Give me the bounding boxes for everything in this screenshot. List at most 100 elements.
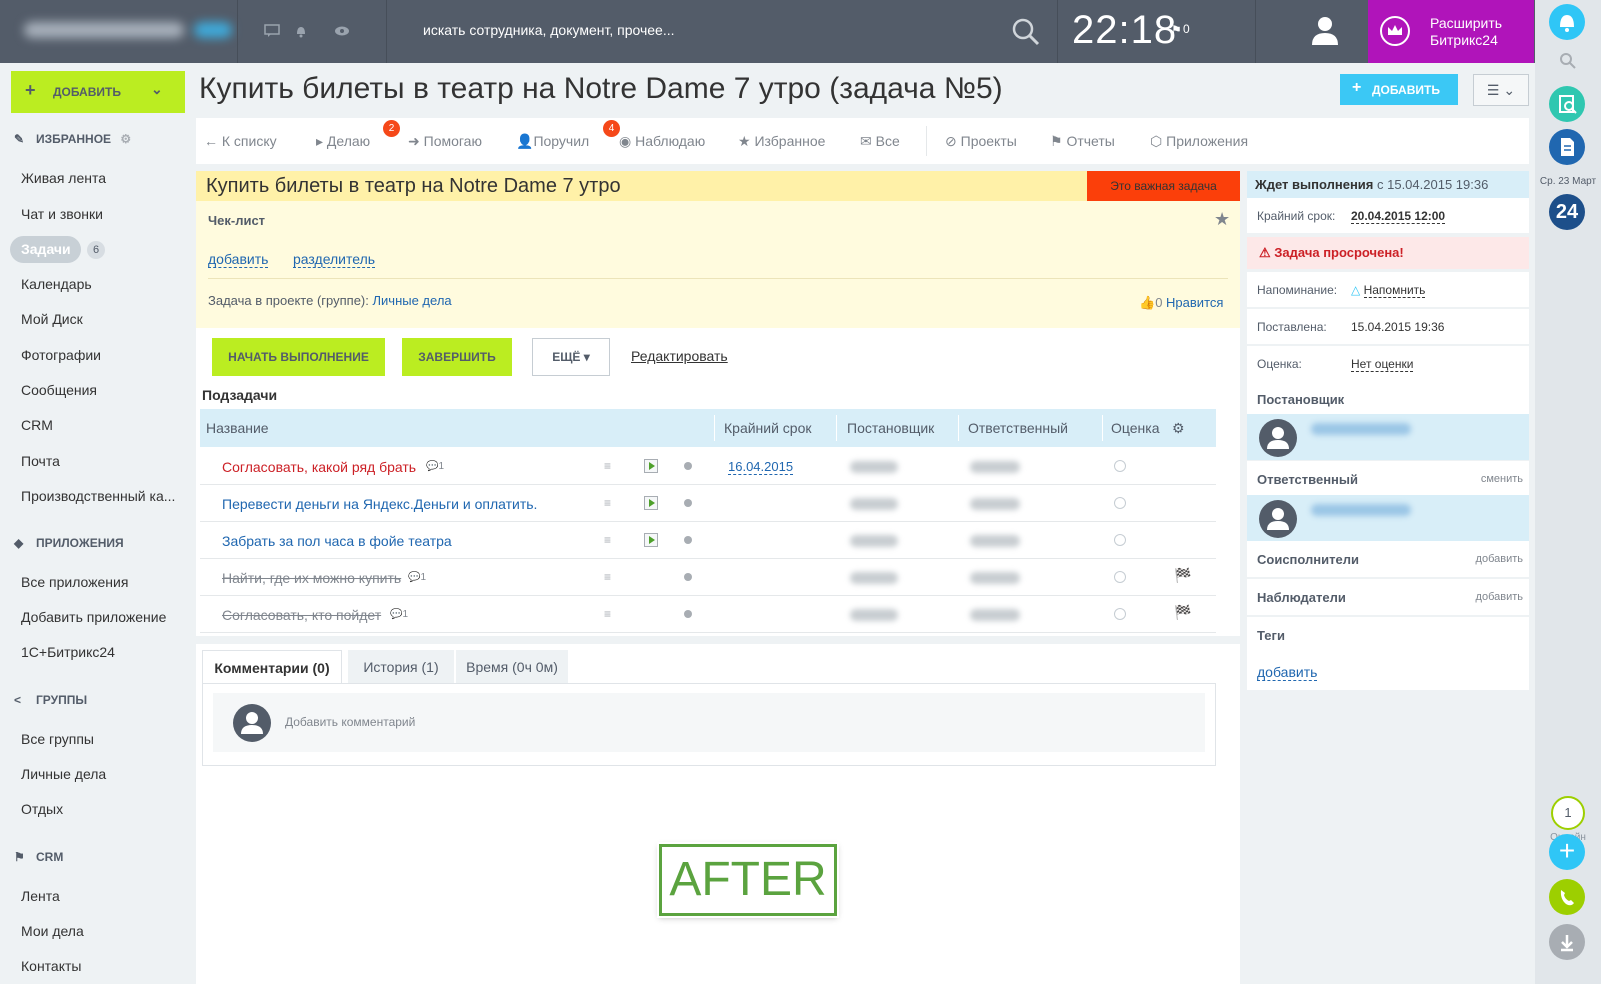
deadline-value[interactable]: 20.04.2015 12:00	[1351, 209, 1446, 224]
sidebar-item-add-app[interactable]: Добавить приложение	[21, 609, 166, 625]
deadline-value[interactable]: 16.04.2015	[728, 459, 794, 475]
sidebar-item-live-feed[interactable]: Живая лента	[21, 170, 106, 186]
tab-history[interactable]: История (1)	[348, 650, 454, 684]
sidebar-item-crm[interactable]: CRM	[21, 417, 53, 433]
play-icon[interactable]	[644, 496, 658, 510]
table-row[interactable]: Согласовать, какой ряд брать 💬1 ≡ 16.04.…	[200, 448, 1216, 485]
subtask-name[interactable]: Найти, где их можно купить	[222, 570, 401, 586]
menu-icon[interactable]: ≡	[604, 607, 611, 621]
portal-logo[interactable]	[14, 10, 239, 50]
tab-time[interactable]: Время (0ч 0м)	[456, 650, 568, 684]
gear-icon[interactable]: ⚙	[120, 132, 131, 146]
gear-icon[interactable]: ⚙	[1172, 420, 1185, 437]
table-row[interactable]: Забрать за пол часа в фойе театра ≡	[200, 522, 1216, 559]
crm-section-title[interactable]: ⚑ CRM	[14, 850, 63, 864]
checklist-separator-link[interactable]: разделитель	[293, 251, 376, 268]
search-document-icon[interactable]	[1549, 86, 1585, 122]
back-to-list-link[interactable]: ← К списку	[204, 133, 277, 149]
comment-input[interactable]: Добавить комментарий	[213, 693, 1205, 752]
subtask-name[interactable]: Согласовать, кто пойдет	[222, 607, 381, 623]
project-link[interactable]: Личные дела	[373, 293, 452, 308]
sidebar-item-all-groups[interactable]: Все группы	[21, 731, 94, 747]
menu-icon[interactable]: ≡	[604, 459, 611, 473]
reminder-link[interactable]: △ Напомнить	[1351, 283, 1426, 298]
clock[interactable]: 22:18	[1072, 8, 1177, 53]
play-icon[interactable]	[644, 459, 658, 473]
checklist-add-link[interactable]: добавить	[208, 251, 269, 268]
cloud-icon[interactable]	[334, 24, 350, 38]
rating-icon[interactable]	[1114, 571, 1126, 583]
sidebar-item-chat[interactable]: Чат и звонки	[21, 206, 103, 222]
tab-all[interactable]: ✉ Все	[860, 133, 900, 150]
search-icon[interactable]	[1011, 17, 1041, 47]
download-icon[interactable]	[1549, 924, 1585, 960]
rating-icon[interactable]	[1114, 534, 1126, 546]
tab-projects[interactable]: ⊘ Проекты	[945, 133, 1017, 150]
sidebar-item-personal[interactable]: Личные дела	[21, 766, 106, 782]
bell-icon[interactable]	[293, 24, 309, 38]
sidebar-item-mail[interactable]: Почта	[21, 453, 60, 469]
search-input[interactable]: искать сотрудника, документ, прочее...	[423, 22, 675, 38]
document-icon[interactable]	[1549, 129, 1585, 165]
edit-link[interactable]: Редактировать	[631, 348, 728, 364]
add-observer-link[interactable]: добавить	[1476, 591, 1523, 603]
sidebar-item-calendar[interactable]: Календарь	[21, 276, 92, 292]
sidebar-item-production[interactable]: Производственный ка...	[21, 488, 175, 504]
rating-icon[interactable]	[1114, 460, 1126, 472]
rating-icon[interactable]	[1114, 497, 1126, 509]
add-task-button[interactable]: + ДОБАВИТЬ	[1340, 74, 1458, 105]
column-creator[interactable]: Постановщик	[847, 420, 934, 436]
table-row[interactable]: Найти, где их можно купить 💬1 ≡ 🏁	[200, 559, 1216, 596]
creator-person[interactable]	[1247, 414, 1529, 460]
apps-section-title[interactable]: ◆ ПРИЛОЖЕНИЯ	[14, 536, 124, 550]
add-coexecutor-link[interactable]: добавить	[1476, 553, 1523, 565]
sidebar-item-feed[interactable]: Лента	[21, 888, 60, 904]
notifications-icon[interactable]	[1549, 4, 1585, 40]
star-icon[interactable]: ★	[1214, 209, 1230, 230]
change-responsible-link[interactable]: сменить	[1481, 473, 1523, 485]
start-task-button[interactable]: НАЧАТЬ ВЫПОЛНЕНИЕ	[212, 338, 385, 376]
sidebar-item-rest[interactable]: Отдых	[21, 801, 63, 817]
menu-icon[interactable]: ≡	[604, 570, 611, 584]
favorites-section-title[interactable]: ✎ ИЗБРАННОЕ ⚙	[14, 132, 131, 146]
table-row[interactable]: Согласовать, кто пойдет 💬1 ≡ 🏁	[200, 596, 1216, 633]
groups-section-title[interactable]: < ГРУППЫ	[14, 693, 87, 707]
search-icon[interactable]	[1559, 52, 1577, 73]
user-icon[interactable]	[1310, 14, 1340, 46]
calendar-24-icon[interactable]: 24	[1549, 194, 1585, 230]
sidebar-item-photos[interactable]: Фотографии	[21, 347, 101, 363]
online-counter[interactable]: 1	[1551, 796, 1585, 830]
rating-icon[interactable]	[1114, 608, 1126, 620]
tab-favorites[interactable]: ★ Избранное	[738, 133, 825, 150]
more-button[interactable]: ЕЩЁ ▾	[532, 338, 610, 376]
sidebar-item-1c[interactable]: 1С+Битрикс24	[21, 644, 115, 660]
sidebar-item-contacts[interactable]: Контакты	[21, 958, 81, 974]
chevron-down-icon[interactable]: ⌄	[151, 81, 163, 98]
sidebar-item-all-apps[interactable]: Все приложения	[21, 574, 128, 590]
tab-comments[interactable]: Комментарии (0)	[202, 650, 342, 684]
chat-icon[interactable]	[264, 24, 280, 38]
add-button[interactable]: + ДОБАВИТЬ ⌄	[11, 71, 185, 113]
sidebar-item-disk[interactable]: Мой Диск	[21, 311, 83, 327]
plus-icon[interactable]: +	[1549, 834, 1585, 870]
play-icon[interactable]	[644, 533, 658, 547]
subtask-name[interactable]: Согласовать, какой ряд брать	[222, 459, 416, 475]
tab-reports[interactable]: ⚑ Отчеты	[1050, 133, 1115, 150]
tab-watching[interactable]: ◉ Наблюдаю	[619, 133, 705, 150]
sidebar-item-messages[interactable]: Сообщения	[21, 382, 97, 398]
tab-assigned[interactable]: 👤Поручил	[516, 133, 589, 150]
rating-value[interactable]: Нет оценки	[1351, 357, 1414, 372]
finish-task-button[interactable]: ЗАВЕРШИТЬ	[402, 338, 512, 376]
add-tag-link[interactable]: добавить	[1257, 664, 1318, 681]
menu-icon[interactable]: ≡	[604, 533, 611, 547]
menu-icon[interactable]: ≡	[604, 496, 611, 510]
column-responsible[interactable]: Ответственный	[968, 420, 1068, 436]
sidebar-item-my-deals[interactable]: Мои дела	[21, 923, 84, 939]
sidebar-item-tasks[interactable]: Задачи	[21, 241, 71, 257]
view-settings-button[interactable]: ☰ ⌄	[1473, 74, 1529, 106]
subtask-name[interactable]: Перевести деньги на Яндекс.Деньги и опла…	[222, 496, 537, 512]
subtask-name[interactable]: Забрать за пол часа в фойе театра	[222, 533, 452, 549]
responsible-person[interactable]	[1247, 495, 1529, 541]
tab-helping[interactable]: ➜ Помогаю	[408, 133, 482, 150]
column-rating[interactable]: Оценка	[1111, 420, 1160, 436]
